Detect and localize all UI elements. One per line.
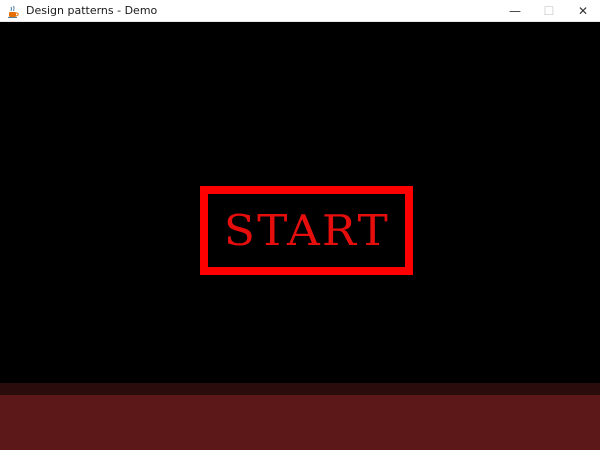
title-bar[interactable]: Design patterns - Demo — ☐ ✕	[0, 0, 600, 22]
minimize-button[interactable]: —	[498, 0, 532, 22]
start-label: START	[223, 205, 390, 255]
window-title: Design patterns - Demo	[26, 4, 158, 17]
app-window: Design patterns - Demo — ☐ ✕ START	[0, 0, 600, 450]
start-button[interactable]: START	[200, 186, 413, 275]
java-cup-icon	[6, 4, 20, 18]
window-controls: — ☐ ✕	[498, 0, 600, 22]
floor	[0, 395, 600, 450]
close-button[interactable]: ✕	[566, 0, 600, 22]
maximize-button[interactable]: ☐	[532, 0, 566, 22]
floor-edge	[0, 383, 600, 395]
